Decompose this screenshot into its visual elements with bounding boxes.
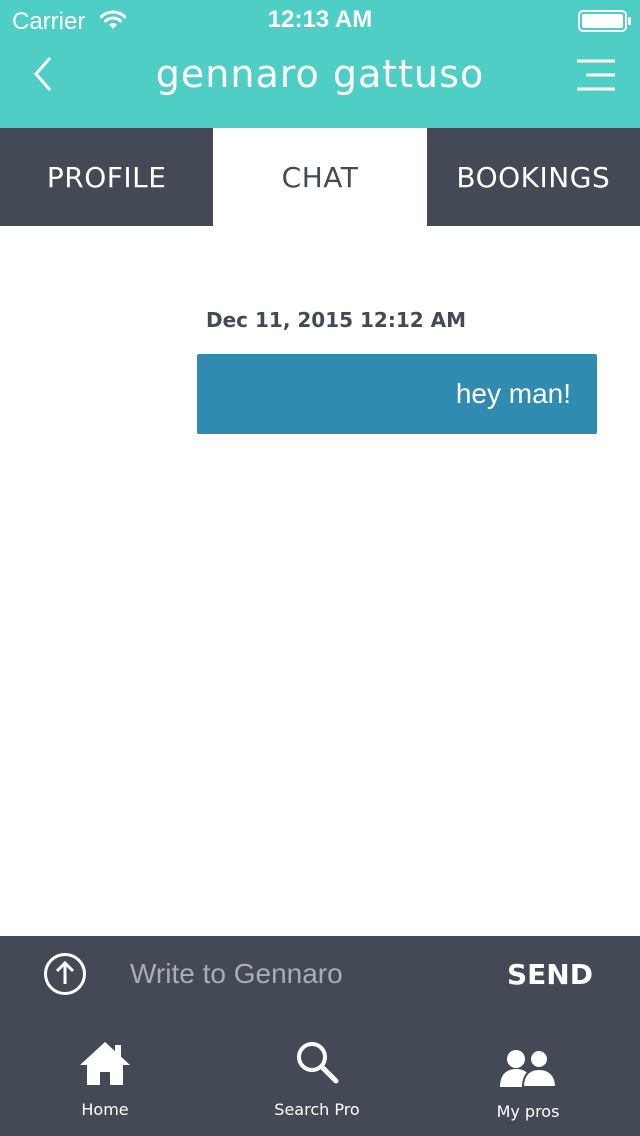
page-title: gennaro gattuso <box>155 52 485 96</box>
tab-chat[interactable]: CHAT <box>213 128 427 226</box>
message-timestamp: Dec 11, 2015 12:12 AM <box>206 308 467 332</box>
header-bar: Carrier 12:13 AM gennaro gattuso <box>0 0 640 128</box>
message-text: hey man! <box>455 378 571 409</box>
send-button[interactable]: SEND <box>490 952 610 996</box>
nav-search-pro-label: Search Pro <box>274 1100 360 1119</box>
people-icon <box>500 1049 558 1088</box>
message-bubble[interactable]: hey man! <box>197 354 597 434</box>
status-bar: Carrier 12:13 AM <box>0 0 640 40</box>
tab-bookings[interactable]: BOOKINGS <box>426 128 640 226</box>
tab-bar: PROFILE CHAT BOOKINGS <box>0 128 640 226</box>
hamburger-menu-icon[interactable] <box>574 58 618 92</box>
arrow-up-circle-icon[interactable] <box>43 952 87 996</box>
search-icon <box>297 1042 339 1084</box>
app-root: Carrier 12:13 AM gennaro gattuso PROFILE <box>0 0 640 1136</box>
tab-profile[interactable]: PROFILE <box>0 128 214 226</box>
home-icon <box>80 1042 130 1085</box>
battery-icon <box>578 10 631 32</box>
bottom-nav: Home Search Pro My pros <box>0 1012 640 1136</box>
nav-home[interactable]: Home <box>25 1012 185 1136</box>
nav-search-pro[interactable]: Search Pro <box>237 1012 397 1136</box>
chat-area[interactable]: Dec 11, 2015 12:12 AM hey man! <box>0 226 640 936</box>
compose-bar: SEND <box>0 936 640 1012</box>
message-input[interactable] <box>130 954 470 994</box>
nav-my-pros[interactable]: My pros <box>448 1012 608 1136</box>
status-time: 12:13 AM <box>267 6 373 33</box>
nav-my-pros-label: My pros <box>496 1102 560 1121</box>
nav-home-label: Home <box>81 1100 129 1119</box>
